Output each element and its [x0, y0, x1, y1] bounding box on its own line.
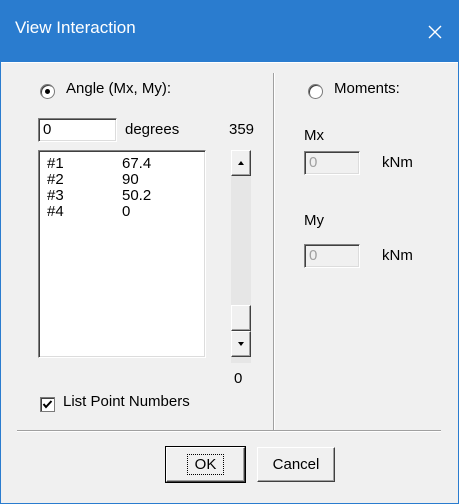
point-angle-value: 50.2 [122, 187, 152, 204]
list-item[interactable]: #2 90 [39, 172, 205, 188]
point-number: #4 [47, 203, 64, 220]
dialog-window: View Interaction Angle (Mx, My): 0 degre… [0, 0, 459, 504]
point-angle-value: 0 [122, 203, 131, 220]
close-button[interactable] [412, 1, 458, 62]
window-title: View Interaction [15, 18, 136, 37]
ok-button-label: OK [186, 454, 225, 475]
close-icon [428, 25, 442, 38]
scroll-thumb[interactable] [231, 305, 251, 331]
ok-button[interactable]: OK [165, 446, 246, 483]
point-number: #3 [47, 187, 64, 204]
list-point-numbers-label: List Point Numbers [63, 393, 190, 410]
horizontal-divider [17, 430, 441, 432]
degrees-label: degrees [125, 121, 180, 138]
point-number: #1 [47, 155, 64, 172]
list-point-numbers-checkbox[interactable] [40, 397, 55, 412]
checkmark-icon [42, 400, 53, 409]
cancel-button-label: Cancel [272, 456, 320, 473]
radio-dot [45, 89, 50, 94]
mx-input[interactable]: 0 [304, 151, 360, 175]
my-input[interactable]: 0 [304, 244, 360, 268]
arrow-down-icon [238, 342, 244, 346]
angle-input[interactable]: 0 [38, 118, 117, 142]
list-item[interactable]: #1 67.4 [39, 156, 205, 172]
point-angle-value: 67.4 [122, 155, 152, 172]
title-bar[interactable]: View Interaction [1, 1, 458, 63]
scroll-min-label: 0 [234, 370, 243, 387]
angle-input-value: 0 [43, 121, 52, 138]
moments-radio-label: Moments: [334, 80, 400, 97]
list-item[interactable]: #4 0 [39, 204, 205, 220]
scroll-down-button[interactable] [231, 331, 251, 357]
vertical-divider [273, 73, 275, 430]
cancel-button[interactable]: Cancel [257, 447, 335, 482]
my-label: My [304, 212, 324, 229]
mx-input-value: 0 [309, 154, 318, 171]
point-number: #2 [47, 171, 64, 188]
my-unit: kNm [382, 247, 413, 264]
scroll-up-button[interactable] [231, 150, 251, 176]
angle-radio-label: Angle (Mx, My): [66, 80, 172, 97]
point-angle-value: 90 [122, 171, 139, 188]
list-item[interactable]: #3 50.2 [39, 188, 205, 204]
arrow-up-icon [238, 161, 244, 165]
mx-unit: kNm [382, 154, 413, 171]
moments-radio[interactable] [308, 84, 323, 99]
scroll-max-label: 359 [229, 121, 255, 138]
points-listbox[interactable]: #1 67.4 #2 90 #3 50.2 #4 0 [38, 150, 206, 358]
my-input-value: 0 [309, 247, 318, 264]
angle-radio[interactable] [40, 84, 55, 99]
mx-label: Mx [304, 127, 324, 144]
